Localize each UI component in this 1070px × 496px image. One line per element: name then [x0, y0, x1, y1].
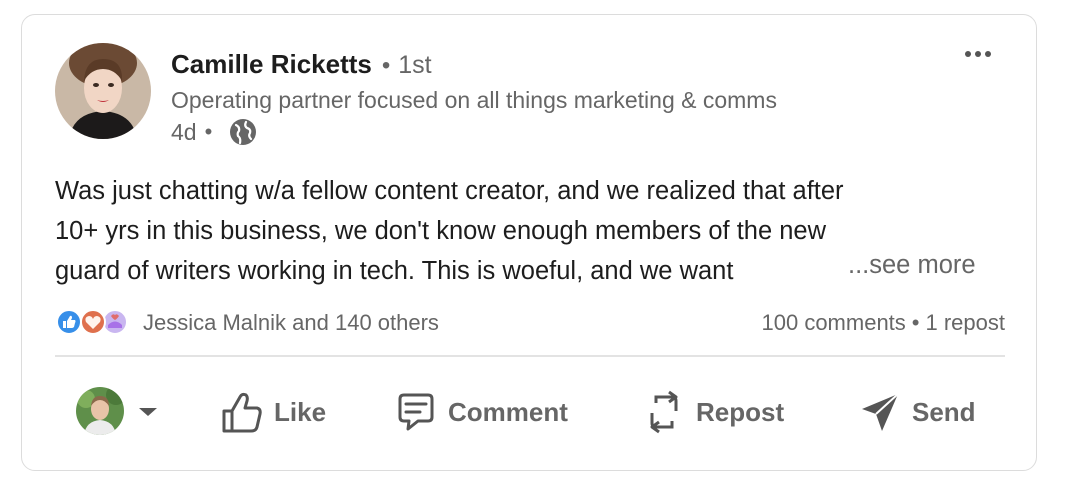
repost-icon [650, 390, 678, 434]
comment-icon [398, 393, 434, 431]
send-label: Send [912, 396, 976, 427]
thumbs-up-icon [222, 392, 262, 433]
send-button[interactable]: Send [858, 389, 976, 435]
divider [55, 355, 1005, 357]
reposts-count[interactable]: 1 repost [926, 310, 1006, 335]
see-more-link[interactable]: ...see more [848, 251, 976, 280]
support-icon [102, 309, 128, 335]
comment-button[interactable]: Comment [394, 389, 568, 435]
separator-dot: • [381, 52, 391, 79]
social-counts: Jessica Malnik and 140 others 100 commen… [55, 307, 1005, 337]
like-icon [56, 309, 82, 335]
separator-dot: • [204, 119, 213, 144]
post-meta: 4d • [171, 117, 258, 147]
separator-dot: • [911, 310, 920, 335]
post-body-line: Was just chatting w/a fellow content cre… [55, 177, 844, 205]
more-options-icon[interactable] [960, 41, 996, 67]
repost-button[interactable]: Repost [642, 389, 784, 435]
comments-count[interactable]: 100 comments [762, 310, 906, 335]
post-time: 4d [171, 118, 197, 145]
like-label: Like [274, 396, 327, 427]
globe-icon [228, 117, 258, 147]
author-headline: Operating partner focused on all things … [171, 87, 777, 113]
action-bar: Like Comment Repost Send [22, 377, 1038, 449]
author-name[interactable]: Camille Ricketts [171, 49, 372, 80]
comment-label: Comment [448, 396, 568, 427]
send-icon [862, 393, 899, 431]
like-button[interactable]: Like [220, 389, 326, 435]
repost-label: Repost [696, 396, 785, 427]
love-icon [80, 309, 106, 335]
author-avatar[interactable] [55, 43, 151, 139]
reactors-summary[interactable]: Jessica Malnik and 140 others [143, 310, 439, 336]
post-card: Camille Ricketts • 1st Operating partner… [21, 14, 1037, 471]
engagement-counts: 100 comments • 1 repost [762, 310, 1006, 336]
actor-avatar[interactable] [76, 387, 124, 435]
post-body-line: 10+ yrs in this business, we don't know … [55, 217, 827, 245]
chevron-down-icon[interactable] [137, 405, 159, 419]
author-line: Camille Ricketts • 1st [171, 49, 432, 80]
connection-degree: 1st [398, 51, 432, 79]
reaction-icons[interactable] [55, 308, 135, 336]
